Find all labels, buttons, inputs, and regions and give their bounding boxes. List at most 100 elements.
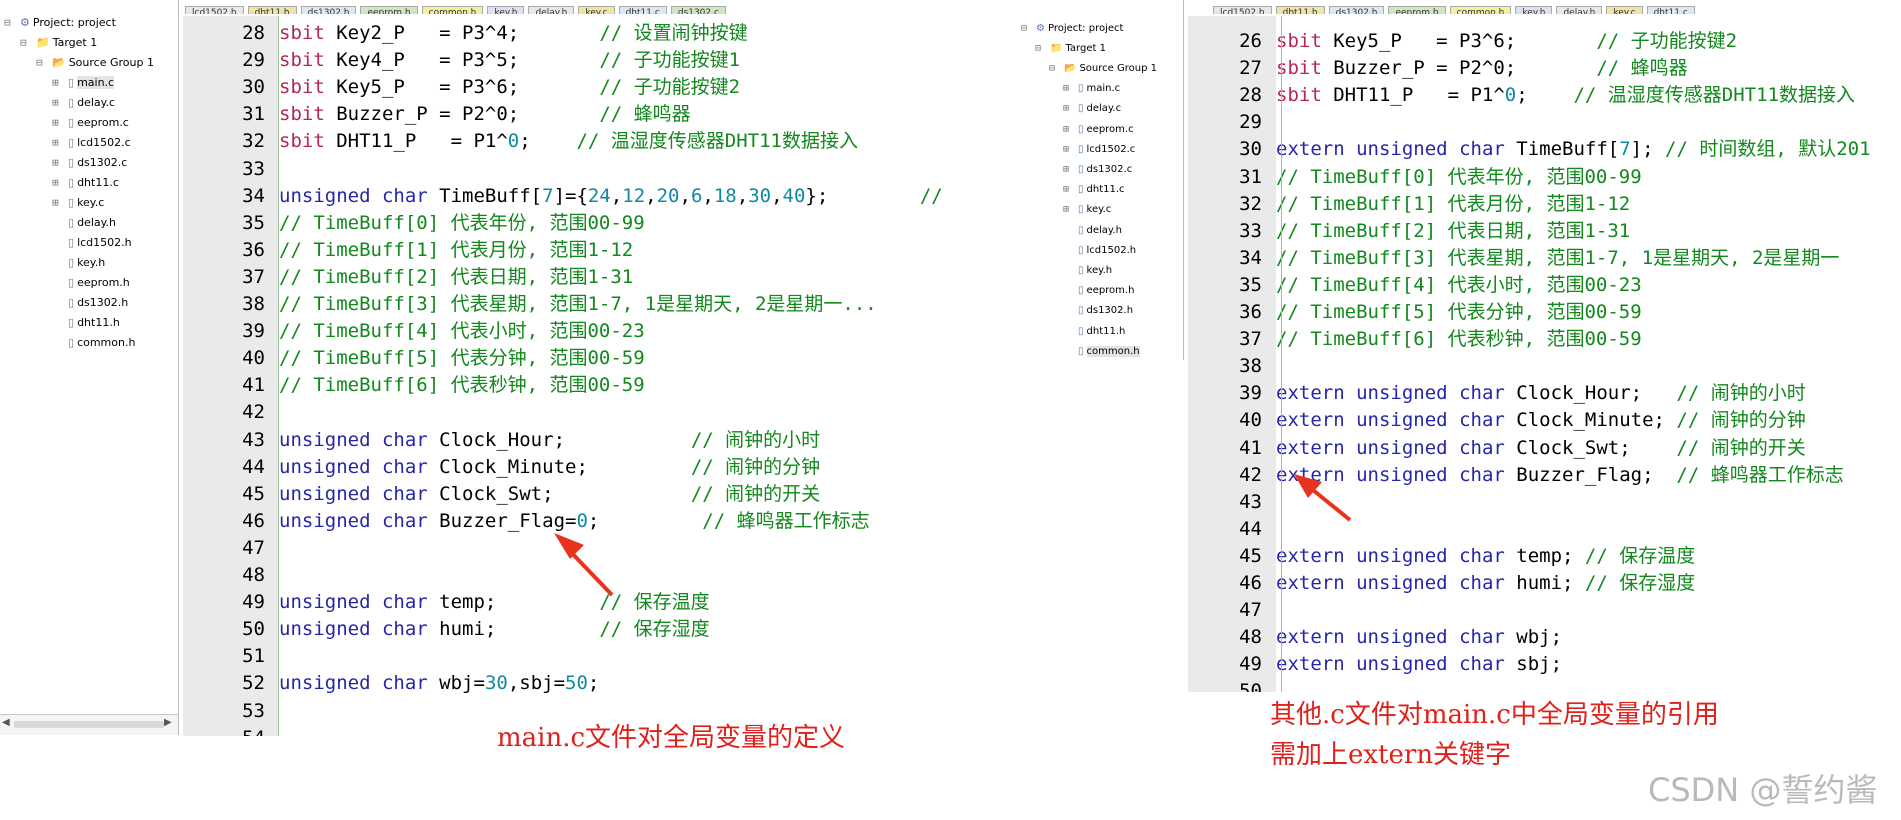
tree-item[interactable]: ▯ key.h — [52, 252, 105, 272]
tree-item[interactable]: ⊞ ▯ ds1302.c — [52, 152, 127, 172]
tree-item[interactable]: ▯ dht11.h — [52, 312, 120, 332]
tree-item[interactable]: ⊞ ▯ eeprom.c — [1063, 119, 1134, 139]
right-code-editor[interactable]: 26 sbit Key5_P = P3^6; // 子功能按键2 27 sbit Bu… — [1188, 16, 1901, 692]
annotation-arrow-left — [554, 533, 614, 597]
collapse-toggle-icon[interactable]: ⊟ — [1021, 23, 1033, 34]
scroll-right-arrow-icon[interactable]: ▶ — [164, 717, 172, 728]
file-icon: ▯ — [68, 115, 75, 129]
tree-item[interactable]: ⊟ ⚙ Project: project — [4, 12, 116, 32]
editor-tab[interactable]: ds1302.h — [1328, 6, 1385, 14]
tree-item[interactable]: ▯ delay.h — [1063, 220, 1122, 240]
editor-tab[interactable]: key.c — [1606, 6, 1643, 14]
tree-item[interactable]: ▯ delay.h — [52, 212, 116, 232]
tree-item[interactable]: ▯ common.h — [1063, 341, 1140, 360]
collapse-toggle-icon[interactable]: ⊟ — [20, 36, 33, 49]
tree-horizontal-scrollbar[interactable]: ◀ ▶ — [0, 714, 178, 735]
code-token: Buzzer_P = P2^0; — [324, 103, 600, 126]
tree-item[interactable]: ▯ lcd1502.h — [52, 232, 132, 252]
tree-item-label: common.h — [1086, 345, 1140, 357]
editor-tab[interactable]: dht11.c — [1646, 6, 1695, 14]
editor-tab[interactable]: key.c — [578, 6, 615, 14]
editor-tab[interactable]: dht11.h — [247, 6, 297, 14]
editor-tab[interactable]: key.h — [1515, 6, 1553, 14]
tree-item[interactable]: ⊟ 📁 Target 1 — [1035, 38, 1106, 58]
code-text: sbit Key2_P = P3^4; // 设置闹钟按键 — [279, 22, 748, 44]
collapse-toggle-icon[interactable]: ⊟ — [1049, 63, 1061, 74]
editor-tab[interactable]: lcd1502.h — [1213, 6, 1272, 14]
editor-tab[interactable]: eeprom.h — [360, 6, 418, 14]
expand-toggle-icon[interactable]: ⊞ — [52, 176, 65, 189]
tree-item[interactable]: ▯ dht11.h — [1063, 321, 1125, 341]
expand-toggle-icon[interactable]: ⊞ — [52, 196, 65, 209]
tree-item[interactable]: ⊞ ▯ delay.c — [52, 92, 115, 112]
expand-toggle-icon[interactable]: ⊞ — [1063, 103, 1075, 114]
scrollbar-thumb[interactable] — [14, 721, 164, 728]
expand-toggle-icon[interactable]: ⊞ — [52, 96, 65, 109]
code-token: // 温湿度传感器DHT11数据接入 — [1573, 84, 1855, 107]
code-token: unsigned — [279, 482, 371, 505]
editor-tab[interactable]: lcd1502.h — [185, 6, 244, 14]
tree-item[interactable]: ⊞ ▯ main.c — [1063, 79, 1120, 99]
code-line: 37 // TimeBuff[6] 代表秒钟, 范围00-59 — [1188, 326, 1642, 353]
tree-item[interactable]: ⊟ 📂 Source Group 1 — [36, 52, 154, 72]
editor-tab[interactable]: key.h — [487, 6, 525, 14]
expand-toggle-icon[interactable]: ⊞ — [1063, 83, 1075, 94]
editor-tab[interactable]: delay.h — [528, 6, 575, 14]
line-number: 47 — [1239, 599, 1262, 622]
tree-item[interactable]: ▯ ds1302.h — [1063, 301, 1133, 321]
expand-toggle-icon[interactable]: ⊞ — [1063, 144, 1075, 155]
tree-item[interactable]: ▯ lcd1502.h — [1063, 240, 1136, 260]
tree-item[interactable]: ⊞ ▯ lcd1502.c — [52, 132, 131, 152]
tree-item[interactable]: ▯ ds1302.h — [52, 292, 128, 312]
file-icon: ▯ — [1078, 143, 1084, 155]
scroll-left-arrow-icon[interactable]: ◀ — [2, 717, 10, 728]
line-number: 38 — [1239, 355, 1262, 378]
expand-toggle-icon[interactable]: ⊞ — [1063, 184, 1075, 195]
tree-item[interactable]: ▯ eeprom.h — [52, 272, 130, 292]
collapse-toggle-icon[interactable]: ⊟ — [4, 16, 17, 29]
tree-item[interactable]: ▯ eeprom.h — [1063, 281, 1134, 301]
code-text: // TimeBuff[6] 代表秒钟, 范围00-59 — [279, 374, 645, 396]
editor-tab[interactable]: common.h — [421, 6, 484, 14]
expand-toggle-icon[interactable]: ⊞ — [1063, 124, 1075, 135]
editor-tab[interactable]: delay.h — [1556, 6, 1603, 14]
tree-item[interactable]: ⊞ ▯ main.c — [52, 72, 115, 92]
expand-toggle-icon[interactable]: ⊞ — [52, 116, 65, 129]
editor-tab[interactable]: ds1302.h — [300, 6, 357, 14]
tree-item[interactable]: ▯ key.h — [1063, 260, 1112, 280]
editor-tab[interactable]: eeprom.h — [1388, 6, 1446, 14]
tree-item[interactable]: ⊞ ▯ dht11.c — [52, 172, 119, 192]
expand-toggle-icon[interactable]: ⊞ — [52, 136, 65, 149]
collapse-toggle-icon[interactable]: ⊟ — [36, 56, 49, 69]
expand-toggle-icon[interactable]: ⊞ — [1063, 204, 1075, 215]
file-icon: ▯ — [1078, 204, 1084, 216]
tree-item[interactable]: ⊞ ▯ key.c — [1063, 200, 1111, 220]
line-number: 47 — [242, 536, 265, 559]
left-code-editor[interactable]: 28 sbit Key2_P = P3^4; // 设置闹钟按键 29 sbit Ke… — [183, 16, 980, 736]
code-token: Buzzer_P = P2^0; — [1321, 57, 1597, 80]
file-icon: ▯ — [1078, 244, 1084, 256]
expand-toggle-icon[interactable]: ⊞ — [52, 156, 65, 169]
tree-item[interactable]: ⊟ 📂 Source Group 1 — [1049, 58, 1157, 78]
target-folder-icon: 📁 — [36, 35, 50, 49]
code-token: temp; — [1504, 544, 1585, 567]
expand-toggle-icon[interactable]: ⊞ — [1063, 164, 1075, 175]
code-token: char — [1459, 626, 1505, 649]
tree-item[interactable]: ⊞ ▯ ds1302.c — [1063, 159, 1132, 179]
editor-tab[interactable]: ds1302.c — [670, 6, 726, 14]
editor-tab[interactable]: dht11.h — [1275, 6, 1325, 14]
tree-item[interactable]: ⊞ ▯ key.c — [52, 192, 104, 212]
collapse-toggle-icon[interactable]: ⊟ — [1035, 43, 1047, 54]
tree-item[interactable]: ⊟ ⚙ Project: project — [1021, 18, 1123, 38]
tree-item[interactable]: ▯ common.h — [52, 332, 135, 352]
editor-tab[interactable]: common.h — [1449, 6, 1512, 14]
tree-item[interactable]: ⊞ ▯ eeprom.c — [52, 112, 129, 132]
tree-item[interactable]: ⊞ ▯ dht11.c — [1063, 180, 1125, 200]
tree-item[interactable]: ⊞ ▯ delay.c — [1063, 99, 1121, 119]
expand-toggle-icon[interactable]: ⊞ — [52, 76, 65, 89]
editor-tab[interactable]: dht11.c — [618, 6, 667, 14]
tree-item[interactable]: ⊞ ▯ lcd1502.c — [1063, 139, 1135, 159]
tree-item[interactable]: ⊟ 📁 Target 1 — [20, 32, 97, 52]
line-number: 39 — [1239, 382, 1262, 405]
